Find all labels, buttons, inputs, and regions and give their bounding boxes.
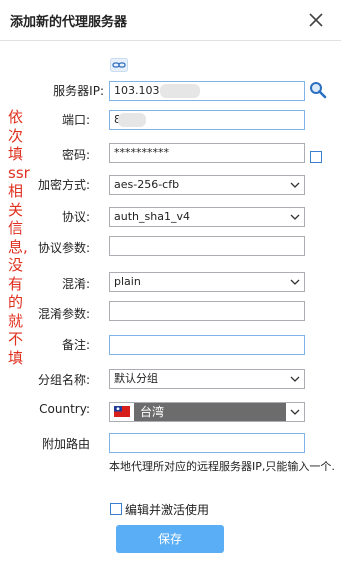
route-note: 本地代理所对应的远程服务器IP,只能输入一个. [109,460,335,473]
dialog-title: 添加新的代理服务器 [10,15,128,30]
obfs-value: plain [114,275,141,288]
obfs-param-label: 混淆参数: [37,307,90,321]
remark-field[interactable] [109,335,305,355]
country-value: 台湾 [134,403,286,421]
chevron-down-icon [290,279,300,285]
obfs-select[interactable]: plain [109,272,305,292]
server-ip-value: 103.103. [114,84,163,97]
search-icon[interactable] [309,81,327,99]
protocol-param-field[interactable] [109,236,305,256]
obfs-label: 混淆: [61,277,90,291]
encryption-label: 加密方式: [37,178,90,192]
group-value: 默认分组 [114,372,158,385]
password-field[interactable]: ********** [109,143,305,163]
obfs-param-field[interactable] [109,301,305,321]
edit-activate-label[interactable]: 编辑并激活使用 [125,501,209,518]
protocol-value: auth_sha1_v4 [114,210,190,223]
taiwan-flag-icon [114,406,130,417]
save-button[interactable]: 保存 [116,525,224,553]
group-label: 分组名称: [37,373,90,387]
port-label: 端口: [61,113,90,127]
encryption-select[interactable]: aes-256-cfb [109,175,305,195]
chevron-down-icon [290,376,300,382]
redaction-blur [160,84,200,98]
chevron-down-icon [290,214,300,220]
chevron-down-icon [290,409,300,415]
redaction-blur [118,113,146,127]
group-select[interactable]: 默认分组 [109,369,305,389]
protocol-select[interactable]: auth_sha1_v4 [109,207,305,227]
link-icon[interactable] [110,58,128,72]
chevron-down-icon [290,182,300,188]
title-bar: 添加新的代理服务器 [0,0,341,41]
remark-label: 备注: [61,338,90,352]
protocol-param-label: 协议参数: [37,241,90,255]
add-proxy-server-dialog: 添加新的代理服务器 依次填ssr相关信息,没有的就不填 服务器IP: 103.1… [0,0,341,563]
route-field[interactable] [109,433,305,453]
country-select[interactable]: 台湾 [109,402,305,422]
close-icon[interactable] [306,10,326,30]
protocol-label: 协议: [61,210,90,224]
server-ip-field[interactable]: 103.103. [109,81,305,101]
password-label: 密码: [61,148,90,162]
show-password-checkbox[interactable] [310,151,322,163]
password-value: ********** [114,146,169,159]
country-label: Country: [39,402,90,416]
server-ip-label: 服务器IP: [53,84,104,98]
route-label: 附加路由 [41,437,90,451]
encryption-value: aes-256-cfb [114,178,180,191]
edit-activate-checkbox[interactable] [110,503,122,515]
